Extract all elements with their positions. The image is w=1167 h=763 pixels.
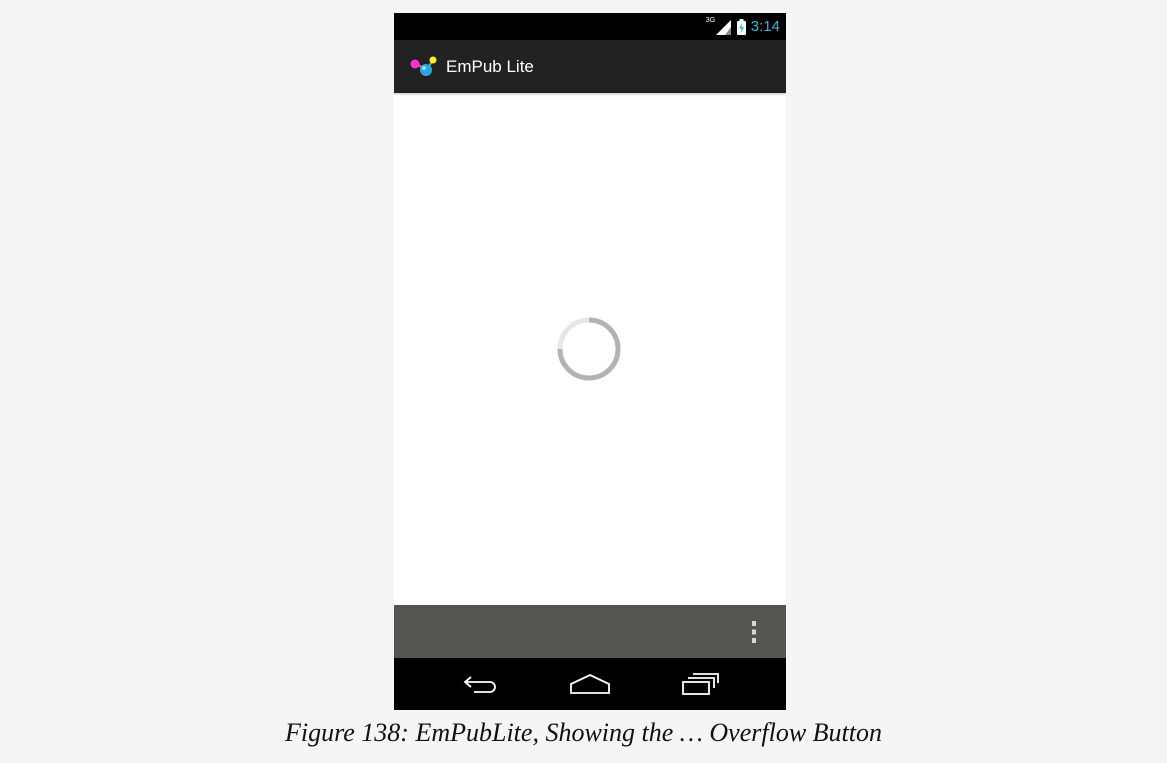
overflow-menu-button[interactable] <box>740 617 768 647</box>
back-icon <box>463 676 496 693</box>
overflow-menu-icon <box>752 621 756 643</box>
back-button[interactable] <box>453 670 509 698</box>
app-title: EmPub Lite <box>446 56 534 76</box>
status-bar: 3G 3:14 <box>394 13 786 40</box>
battery-charging-icon <box>736 19 746 35</box>
device-screen: 3G 3:14 EmPub Lite <box>394 13 786 710</box>
home-button[interactable] <box>562 670 618 698</box>
action-bar-shadow <box>394 93 786 96</box>
action-bar: EmPub Lite <box>394 40 786 93</box>
split-action-bar <box>394 605 786 658</box>
figure-caption: Figure 138: EmPubLite, Showing the … Ove… <box>285 718 882 747</box>
network-type-label: 3G <box>705 17 716 24</box>
recent-apps-button[interactable] <box>672 670 728 698</box>
signal-indicator: 3G <box>706 17 732 35</box>
recent-apps-icon <box>682 673 719 695</box>
signal-icon <box>715 20 731 35</box>
status-time: 3:14 <box>750 18 780 35</box>
empub-logo-icon[interactable] <box>409 55 439 79</box>
navigation-bar <box>394 658 786 710</box>
content-area <box>394 93 786 605</box>
progress-spinner-icon <box>557 317 621 381</box>
status-icons: 3G 3:14 <box>706 17 780 37</box>
home-icon <box>570 674 610 694</box>
